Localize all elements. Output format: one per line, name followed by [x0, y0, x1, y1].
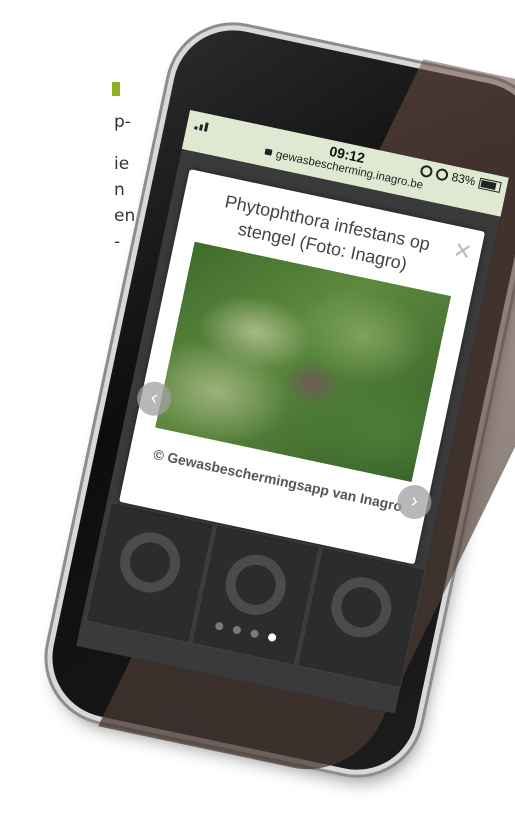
battery-icon [478, 177, 502, 193]
alarm-icon [434, 167, 450, 182]
article-line: n [114, 180, 125, 200]
footer-text: Blader [345, 700, 382, 714]
rotation-lock-icon [419, 164, 434, 179]
article-line: ie [114, 154, 130, 174]
carousel-dot[interactable] [232, 625, 242, 635]
plant-photo [155, 241, 451, 483]
accent-marker [112, 82, 120, 96]
carousel-dot[interactable] [214, 621, 225, 631]
carousel-dot-active[interactable] [267, 632, 277, 643]
article-line: p- [114, 112, 131, 132]
close-icon[interactable]: ✕ [451, 237, 475, 265]
article-line: - [114, 232, 121, 252]
thumbnail[interactable] [296, 546, 426, 689]
article-line: en [114, 206, 136, 226]
lock-icon [264, 148, 273, 156]
carousel-dot[interactable] [249, 628, 260, 639]
